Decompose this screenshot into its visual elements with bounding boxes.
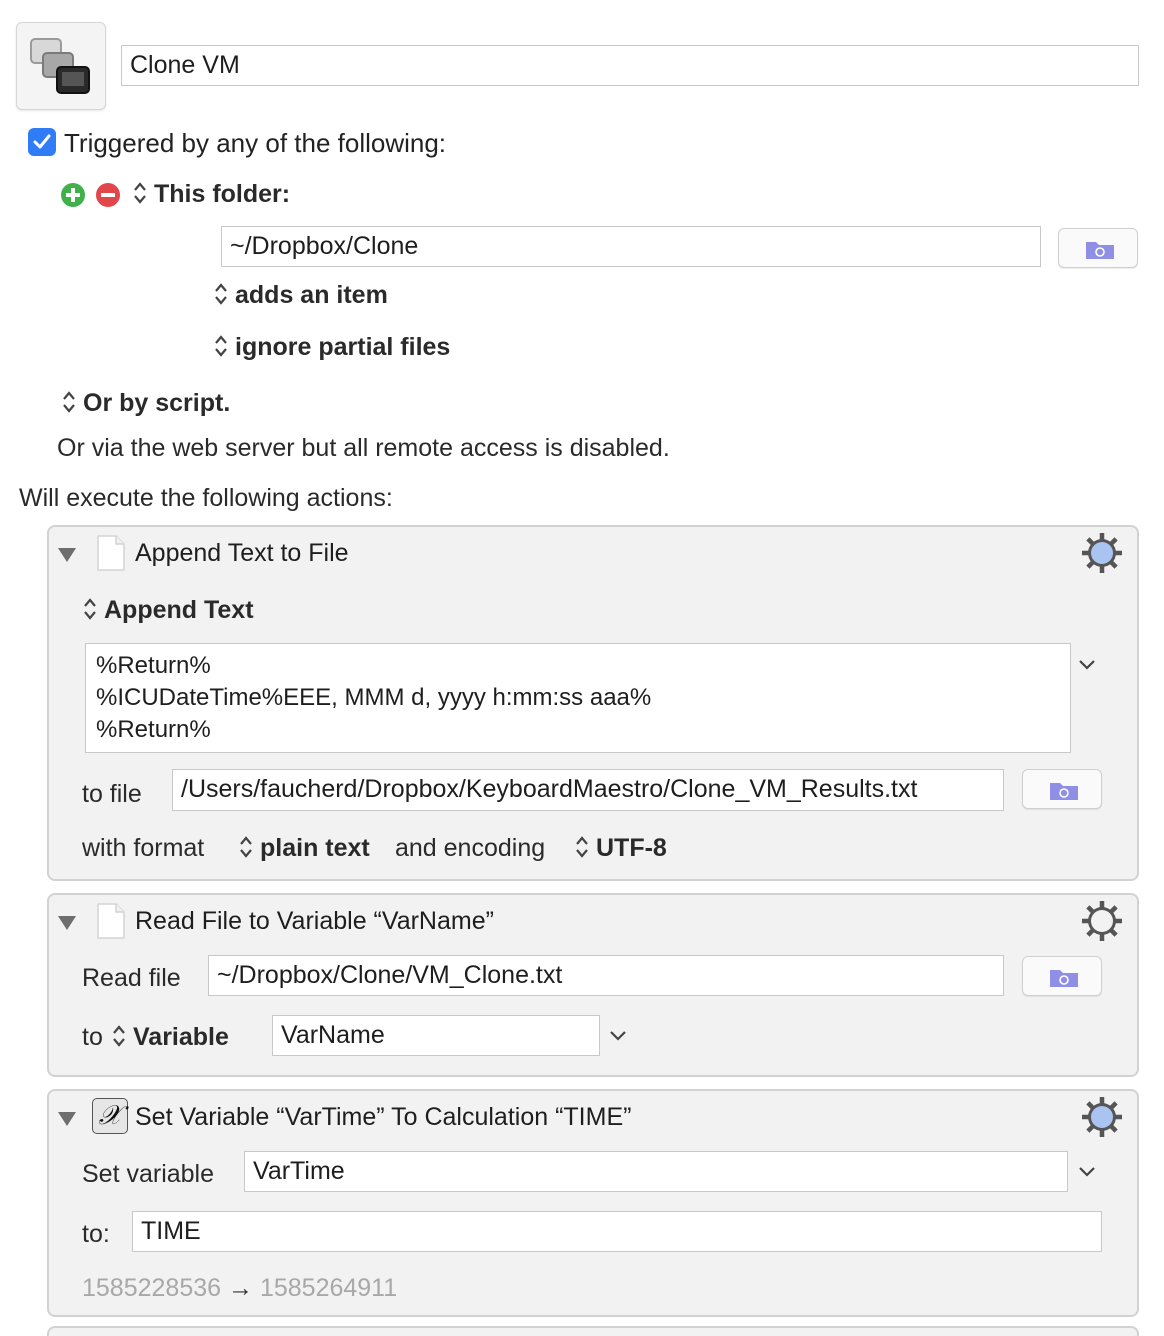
macro-icon-well[interactable] xyxy=(16,22,106,110)
calc-to-label: to: xyxy=(82,1220,110,1248)
macro-name-field[interactable]: Clone VM xyxy=(121,45,1139,86)
folder-icon xyxy=(1086,242,1114,259)
disclosure-triangle[interactable] xyxy=(58,1112,76,1126)
updown-chevron-icon xyxy=(215,283,227,305)
text-line: %Return% xyxy=(96,652,211,679)
preview-to: 1585264911 xyxy=(259,1274,398,1302)
read-target-popup[interactable]: Variable xyxy=(111,1023,229,1052)
document-icon xyxy=(97,535,125,571)
calculation-field[interactable]: TIME xyxy=(132,1211,1102,1252)
action-title: Read File to Variable “VarName” xyxy=(135,907,494,935)
updown-chevron-icon xyxy=(240,836,252,858)
read-file-label: Read file xyxy=(82,964,181,992)
text-line: %ICUDateTime%EEE, MMM d, yyyy h:mm:ss aa… xyxy=(96,684,652,711)
append-text-area[interactable]: %Return% %ICUDateTime%EEE, MMM d, yyyy h… xyxy=(85,643,1071,753)
updown-chevron-icon xyxy=(215,335,227,357)
trigger-type-popup[interactable]: This folder: xyxy=(132,180,290,209)
append-mode-popup[interactable]: Append Text xyxy=(82,596,254,625)
updown-chevron-icon xyxy=(576,836,588,858)
folder-choose-button[interactable] xyxy=(1058,228,1138,268)
text-line: %Return% xyxy=(96,716,211,743)
chevron-down-icon[interactable] xyxy=(608,1029,628,1043)
updown-chevron-icon xyxy=(113,1025,125,1047)
action-append-text[interactable]: Append Text to File Append Text %Return%… xyxy=(47,525,1139,881)
folder-path-field[interactable]: ~/Dropbox/Clone xyxy=(221,226,1041,267)
chevron-down-icon[interactable] xyxy=(1077,658,1097,672)
actions-heading: Will execute the following actions: xyxy=(19,484,393,512)
file-choose-button[interactable] xyxy=(1022,956,1102,996)
gear-icon[interactable] xyxy=(1081,900,1123,942)
format-popup[interactable]: plain text xyxy=(238,834,370,863)
format-label: with format xyxy=(82,834,205,862)
plus-circle-icon[interactable] xyxy=(60,182,86,208)
minus-circle-icon[interactable] xyxy=(95,182,121,208)
document-icon xyxy=(97,903,125,939)
folder-icon xyxy=(1050,970,1078,987)
chevron-down-icon[interactable] xyxy=(1077,1165,1097,1179)
event-popup[interactable]: adds an item xyxy=(213,281,388,310)
encoding-value: UTF-8 xyxy=(596,834,667,862)
file-choose-button[interactable] xyxy=(1022,769,1102,809)
event-label: adds an item xyxy=(235,281,388,309)
action-set-variable[interactable]: 𝒳 Set Variable “VarTime” To Calculation … xyxy=(47,1089,1139,1317)
disclosure-triangle[interactable] xyxy=(58,548,76,562)
action-next-partial xyxy=(47,1326,1139,1336)
action-title: Set Variable “VarTime” To Calculation “T… xyxy=(135,1103,632,1131)
read-variable-field[interactable]: VarName xyxy=(272,1015,600,1056)
web-server-note: Or via the web server but all remote acc… xyxy=(57,434,670,462)
arrow-icon: → xyxy=(228,1274,253,1302)
read-to-label: to xyxy=(82,1023,103,1051)
gear-icon[interactable] xyxy=(1081,1096,1123,1138)
encoding-popup[interactable]: UTF-8 xyxy=(574,834,667,863)
calc-preview: 1585228536 → 1585264911 xyxy=(82,1274,397,1303)
read-file-path-field[interactable]: ~/Dropbox/Clone/VM_Clone.txt xyxy=(208,955,1004,996)
updown-chevron-icon xyxy=(63,391,75,413)
script-trigger-label: Or by script. xyxy=(83,389,231,417)
append-mode-label: Append Text xyxy=(104,596,254,624)
preview-from: 1585228536 xyxy=(82,1274,222,1302)
read-target-label: Variable xyxy=(133,1023,229,1051)
partial-files-popup[interactable]: ignore partial files xyxy=(213,333,450,362)
script-trigger-popup[interactable]: Or by script. xyxy=(61,389,230,418)
trigger-heading: Triggered by any of the following: xyxy=(64,128,447,158)
to-file-label: to file xyxy=(82,780,142,808)
updown-chevron-icon xyxy=(84,598,96,620)
action-read-file[interactable]: Read File to Variable “VarName” Read fil… xyxy=(47,893,1139,1077)
gear-icon[interactable] xyxy=(1081,532,1123,574)
disclosure-triangle[interactable] xyxy=(58,916,76,930)
trigger-type-label: This folder: xyxy=(154,180,291,208)
checkmark-icon xyxy=(33,134,51,149)
encoding-label: and encoding xyxy=(395,834,546,862)
action-title: Append Text to File xyxy=(135,539,349,567)
partial-files-label: ignore partial files xyxy=(235,333,451,361)
append-file-path-field[interactable]: /Users/faucherd/Dropbox/KeyboardMaestro/… xyxy=(172,769,1004,811)
updown-chevron-icon xyxy=(134,182,146,204)
trigger-checkbox[interactable] xyxy=(28,128,56,156)
set-variable-label: Set variable xyxy=(82,1160,215,1188)
format-value: plain text xyxy=(260,834,370,862)
set-variable-field[interactable]: VarTime xyxy=(244,1151,1068,1192)
macro-vm-icon xyxy=(30,38,90,94)
folder-icon xyxy=(1050,783,1078,800)
variable-x-icon: 𝒳 xyxy=(92,1098,128,1134)
